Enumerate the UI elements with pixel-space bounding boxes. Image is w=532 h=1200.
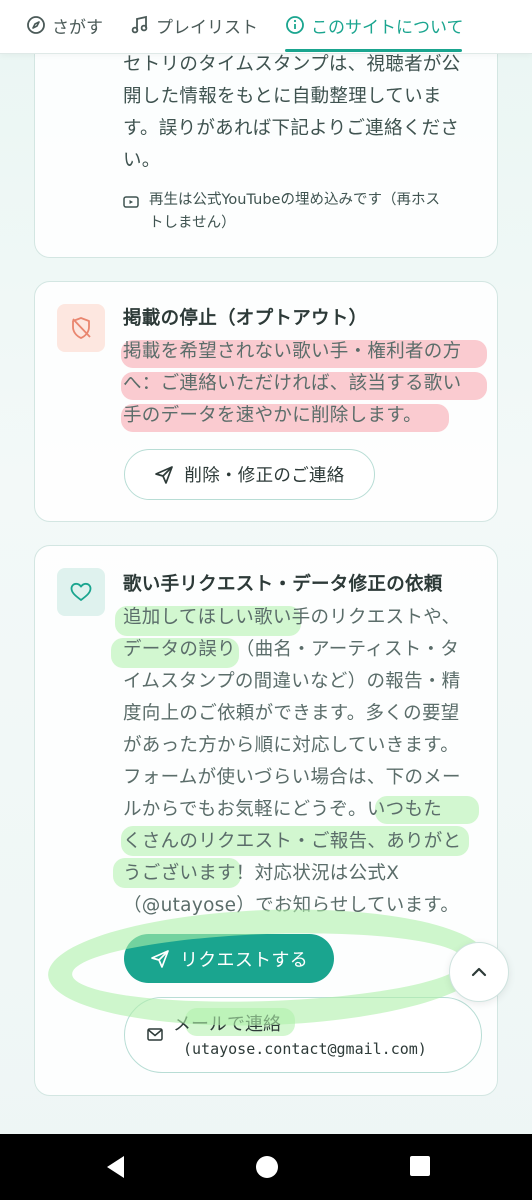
recents-icon[interactable] bbox=[408, 1154, 432, 1178]
note-line: 再生は公式YouTubeの埋め込みです（再ホス bbox=[149, 192, 440, 208]
text-line: 手のデータを速やかに削除します。 bbox=[123, 405, 422, 426]
tab-label: プレイリスト bbox=[156, 17, 258, 38]
text-line: ルからでもお気軽にどうぞ。いつもた bbox=[123, 799, 443, 820]
text-line: フォームが使いづらい場合は、下のメー bbox=[123, 767, 461, 788]
tab-label: このサイトについて bbox=[311, 17, 464, 38]
email-address: (utayose.contact@gmail.com) bbox=[183, 1040, 427, 1058]
note-line: トしません） bbox=[149, 215, 236, 231]
text-line: データの誤り（曲名・アーティスト・タ bbox=[123, 639, 460, 660]
back-icon[interactable] bbox=[104, 1154, 128, 1180]
top-nav: さがす プレイリスト このサイトについて bbox=[0, 0, 532, 54]
heart-icon bbox=[70, 582, 92, 601]
tab-search[interactable]: さがす bbox=[26, 10, 103, 40]
tab-label: さがす bbox=[52, 17, 103, 38]
text-line: くさんのリクエスト・ご報告、ありがと bbox=[123, 831, 462, 852]
shield-off-icon bbox=[72, 317, 91, 339]
info-icon bbox=[286, 16, 304, 34]
embed-note: 再生は公式YouTubeの埋め込みです（再ホス トしません） bbox=[123, 189, 493, 235]
send-icon bbox=[155, 465, 174, 484]
mail-icon bbox=[147, 1028, 163, 1041]
text-line: 追加してほしい歌い手のリクエストや、 bbox=[123, 607, 461, 628]
card-title: 歌い手リクエスト・データ修正の依頼 bbox=[123, 574, 443, 595]
icon-box bbox=[57, 304, 105, 352]
text-line: があった方から順に対応していきます。 bbox=[123, 735, 459, 756]
active-tab-indicator bbox=[285, 49, 462, 52]
button-label: 削除・修正のご連絡 bbox=[184, 466, 345, 486]
card-body: セトリのタイムスタンプは、視聴者が公 開した情報をもとに自動整理していま す。誤… bbox=[123, 49, 485, 177]
card-title: 掲載の停止（オプトアウト） bbox=[123, 308, 368, 329]
text-line: へ：ご連絡いただければ、該当する歌い bbox=[123, 373, 462, 394]
music-note-icon bbox=[131, 15, 148, 34]
tab-about[interactable]: このサイトについて bbox=[285, 10, 464, 40]
delete-contact-button[interactable]: 削除・修正のご連絡 bbox=[124, 449, 375, 500]
text-line: い。 bbox=[123, 150, 161, 171]
text-line: うございます！対応状況は公式X bbox=[123, 863, 400, 884]
home-icon[interactable] bbox=[254, 1154, 280, 1180]
compass-icon bbox=[27, 16, 45, 34]
card-body: 掲載を希望されない歌い手・権利者の方 へ：ご連絡いただければ、該当する歌い 手の… bbox=[123, 336, 493, 432]
text-line: 掲載を希望されない歌い手・権利者の方 bbox=[123, 341, 462, 362]
card-body: 追加してほしい歌い手のリクエストや、 データの誤り（曲名・アーティスト・タ イム… bbox=[123, 602, 485, 922]
text-line: 度向上のご依頼ができます。多くの要望 bbox=[123, 703, 460, 724]
timestamp-info-card: セトリのタイムスタンプは、視聴者が公 開した情報をもとに自動整理していま す。誤… bbox=[34, 30, 498, 258]
chevron-up-icon bbox=[471, 967, 487, 977]
opt-out-card: 掲載の停止（オプトアウト） 掲載を希望されない歌い手・権利者の方 へ：ご連絡いた… bbox=[34, 281, 498, 522]
system-nav-bar bbox=[0, 1134, 532, 1200]
text-line: 開した情報をもとに自動整理していま bbox=[123, 86, 442, 107]
icon-box bbox=[57, 568, 105, 616]
scroll-top-button[interactable] bbox=[449, 942, 509, 1002]
text-line: イムスタンプの間違いなど）の報告・精 bbox=[123, 671, 461, 692]
video-play-icon bbox=[123, 196, 139, 208]
text-line: す。誤りがあれば下記よりご連絡くださ bbox=[123, 118, 460, 139]
tab-playlist[interactable]: プレイリスト bbox=[130, 10, 258, 40]
